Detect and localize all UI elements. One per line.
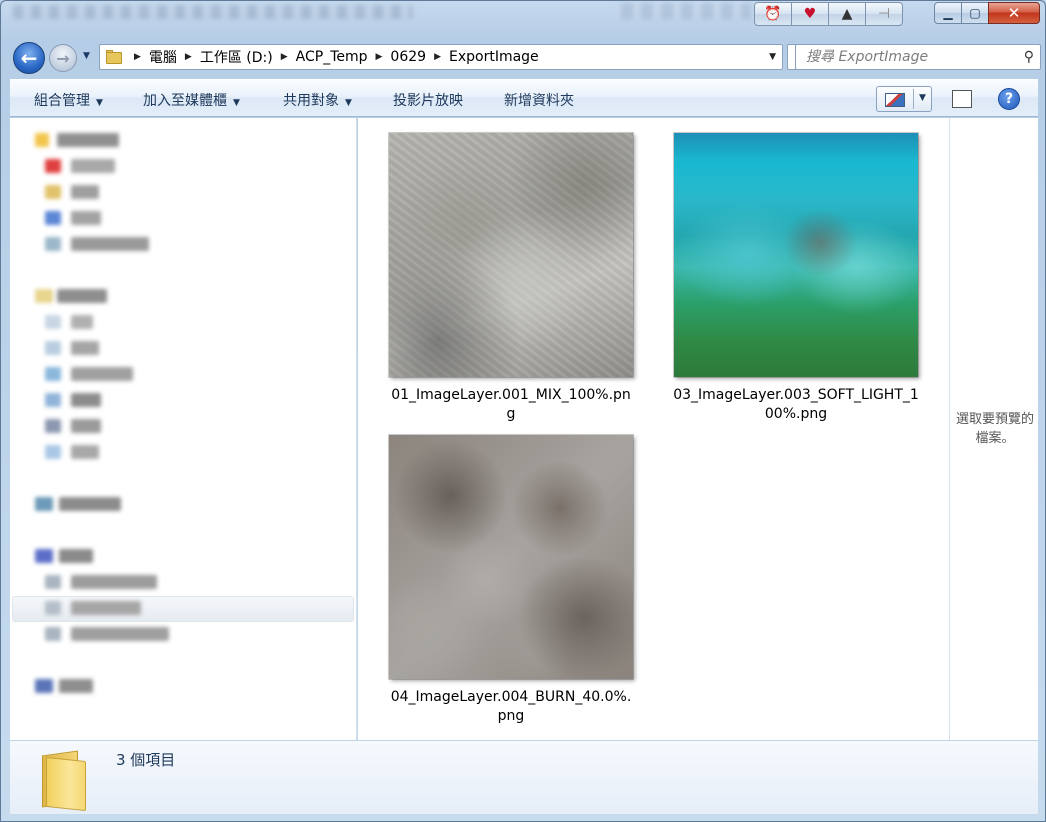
breadcrumb-exportimage[interactable]: ExportImage xyxy=(449,49,539,65)
file-item[interactable]: 03_ImageLayer.003_SOFT_LIGHT_100%.png xyxy=(666,133,926,424)
breadcrumb-separator[interactable]: ▶ xyxy=(434,52,441,62)
file-thumbnail[interactable] xyxy=(389,133,633,377)
chevron-down-icon: ▼ xyxy=(345,98,352,108)
new-folder-button[interactable]: 新增資料夾 xyxy=(504,90,574,110)
folder-icon xyxy=(106,50,122,64)
item-count: 3 個項目 xyxy=(116,751,176,769)
file-item[interactable]: 04_ImageLayer.004_BURN_40.0%.png xyxy=(381,435,641,726)
command-bar: 組合管理 ▼ 加入至媒體櫃 ▼ 共用對象 ▼ 投影片放映 新增資料夾 ▼ ? xyxy=(10,79,1038,117)
share-with-menu[interactable]: 共用對象 ▼ xyxy=(283,90,352,110)
preview-pane-icon[interactable] xyxy=(952,90,972,108)
breadcrumb-separator[interactable]: ▶ xyxy=(134,52,141,62)
breadcrumb-acp-temp[interactable]: ACP_Temp xyxy=(296,49,368,65)
search-icon[interactable]: ⚲ xyxy=(1024,49,1034,65)
forward-arrow-icon[interactable]: → xyxy=(49,44,77,72)
breadcrumb-drive[interactable]: 工作區 (D:) xyxy=(200,47,273,67)
breadcrumb-separator[interactable]: ▶ xyxy=(281,52,288,62)
close-button[interactable]: ✕ xyxy=(988,2,1040,24)
help-icon[interactable]: ? xyxy=(998,88,1020,110)
add-to-library-menu[interactable]: 加入至媒體櫃 ▼ xyxy=(143,90,240,110)
details-pane: 3 個項目 xyxy=(10,740,1038,814)
recent-pages-dropdown[interactable]: ▼ xyxy=(83,51,90,61)
address-history-dropdown[interactable]: ▼ xyxy=(763,52,782,62)
file-list: 01_ImageLayer.001_MIX_100%.png 03_ImageL… xyxy=(358,118,949,740)
folder-icon xyxy=(36,747,96,812)
breadcrumb-computer[interactable]: 電腦 xyxy=(149,47,177,67)
file-thumbnail[interactable] xyxy=(389,435,633,679)
pin-icon[interactable]: ⊣ xyxy=(865,2,903,26)
title-toolbar: ⏰ ♥ ▲ ⊣ xyxy=(754,2,903,26)
breadcrumb-separator[interactable]: ▶ xyxy=(185,52,192,62)
collapse-up-icon[interactable]: ▲ xyxy=(828,2,866,26)
search-input[interactable] xyxy=(796,45,1006,69)
file-thumbnail[interactable] xyxy=(674,133,918,377)
chevron-down-icon: ▼ xyxy=(96,98,103,108)
preview-message: 選取要預覽的檔案。 xyxy=(955,412,1034,446)
change-view-button[interactable]: ▼ xyxy=(876,86,932,112)
organize-menu[interactable]: 組合管理 ▼ xyxy=(34,90,103,110)
breadcrumb-0629[interactable]: 0629 xyxy=(390,49,426,65)
caption-buttons: ▁ ▢ ✕ xyxy=(934,2,1040,26)
file-name[interactable]: 03_ImageLayer.003_SOFT_LIGHT_100%.png xyxy=(666,386,926,424)
maximize-button[interactable]: ▢ xyxy=(961,2,989,24)
preview-pane: 選取要預覽的檔案。 xyxy=(949,118,1038,740)
alarm-clock-icon[interactable]: ⏰ xyxy=(754,2,792,26)
file-name[interactable]: 01_ImageLayer.001_MIX_100%.png xyxy=(381,386,641,424)
view-icon xyxy=(885,93,905,107)
heart-badge-icon[interactable]: ♥ xyxy=(791,2,829,26)
blurred-taskbar-tabs xyxy=(621,3,751,19)
view-options-dropdown[interactable]: ▼ xyxy=(919,93,926,103)
file-name[interactable]: 04_ImageLayer.004_BURN_40.0%.png xyxy=(381,688,641,726)
title-bar: ⏰ ♥ ▲ ⊣ ▁ ▢ ✕ xyxy=(1,1,1045,35)
minimize-button[interactable]: ▁ xyxy=(934,2,962,24)
address-bar[interactable]: ▶ 電腦 ▶ 工作區 (D:) ▶ ACP_Temp ▶ 0629 ▶ Expo… xyxy=(99,44,783,70)
file-item[interactable]: 01_ImageLayer.001_MIX_100%.png xyxy=(381,133,641,424)
navigation-row: ← → ▼ ▶ 電腦 ▶ 工作區 (D:) ▶ ACP_Temp ▶ 0629 … xyxy=(11,39,1041,75)
search-box: ⚲ xyxy=(795,44,1041,70)
breadcrumb-separator[interactable]: ▶ xyxy=(376,52,383,62)
back-arrow-icon[interactable]: ← xyxy=(13,42,45,74)
explorer-window: ⏰ ♥ ▲ ⊣ ▁ ▢ ✕ ← → ▼ ▶ 電腦 ▶ 工作區 (D:) ▶ AC… xyxy=(0,0,1046,822)
navigation-pane xyxy=(10,118,357,740)
chevron-down-icon: ▼ xyxy=(233,98,240,108)
navigation-selected-item[interactable] xyxy=(12,596,354,622)
slideshow-button[interactable]: 投影片放映 xyxy=(393,90,463,110)
blurred-window-title xyxy=(13,5,413,19)
